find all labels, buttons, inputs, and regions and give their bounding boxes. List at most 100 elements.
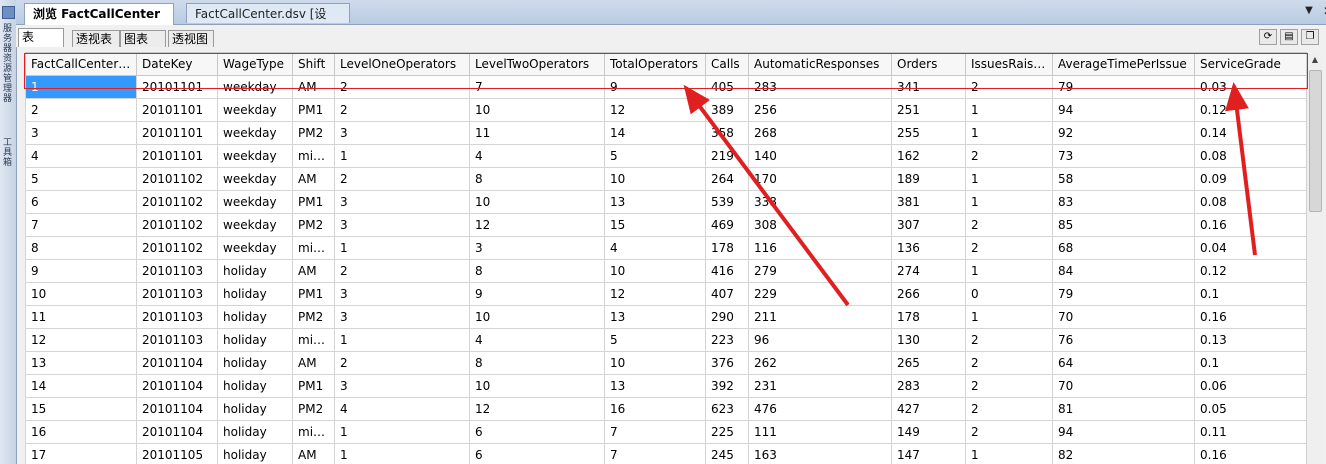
- table-cell[interactable]: 307: [891, 213, 966, 237]
- table-cell[interactable]: PM1: [292, 190, 335, 214]
- table-cell[interactable]: 405: [705, 75, 749, 99]
- table-row[interactable]: 8 20101102 weekday mid... 1 3 4 178 116 136 2 68 0.0…: [25, 236, 1306, 260]
- table-cell[interactable]: 1: [334, 328, 470, 352]
- table-row[interactable]: 7 20101102 weekday PM2 3 12 15 469 308 307 2 85 0.16: [25, 213, 1306, 237]
- table-cell[interactable]: 223: [705, 328, 749, 352]
- table-cell[interactable]: 82: [1052, 443, 1195, 464]
- table-cell[interactable]: 1: [965, 305, 1053, 329]
- table-cell[interactable]: 358: [705, 121, 749, 145]
- table-cell[interactable]: 163: [748, 443, 892, 464]
- table-cell[interactable]: 341: [891, 75, 966, 99]
- table-cell[interactable]: 140: [748, 144, 892, 168]
- table-cell[interactable]: 338: [748, 190, 892, 214]
- table-cell[interactable]: weekday: [217, 98, 293, 122]
- table-row[interactable]: 5 20101102 weekday AM 2 8 10 264 170 189 1 58 0.09: [25, 167, 1306, 191]
- table-cell[interactable]: 12: [604, 98, 706, 122]
- column-header[interactable]: ServiceGrade: [1194, 52, 1306, 76]
- table-cell[interactable]: 8: [469, 167, 605, 191]
- table-cell[interactable]: 0.03: [1194, 75, 1306, 99]
- table-cell[interactable]: 266: [891, 282, 966, 306]
- table-cell[interactable]: 3: [334, 121, 470, 145]
- table-cell[interactable]: 0.05: [1194, 397, 1306, 421]
- table-cell[interactable]: 11: [469, 121, 605, 145]
- table-cell[interactable]: 111: [748, 420, 892, 444]
- table-cell[interactable]: 283: [891, 374, 966, 398]
- table-cell[interactable]: 16: [25, 420, 137, 444]
- table-cell[interactable]: 1: [965, 190, 1053, 214]
- column-header[interactable]: Calls: [705, 52, 749, 76]
- table-cell[interactable]: 256: [748, 98, 892, 122]
- table-cell[interactable]: 20101105: [136, 443, 218, 464]
- table-row[interactable]: 3 20101101 weekday PM2 3 11 14 358 268 255 1 92 0.14: [25, 121, 1306, 145]
- table-cell[interactable]: 225: [705, 420, 749, 444]
- table-cell[interactable]: PM1: [292, 282, 335, 306]
- table-cell[interactable]: 70: [1052, 305, 1195, 329]
- table-cell[interactable]: 2: [334, 98, 470, 122]
- column-header[interactable]: Orders: [891, 52, 966, 76]
- table-cell[interactable]: 469: [705, 213, 749, 237]
- table-cell[interactable]: 3: [469, 236, 605, 260]
- table-cell[interactable]: 265: [891, 351, 966, 375]
- table-cell[interactable]: 189: [891, 167, 966, 191]
- table-cell[interactable]: PM2: [292, 305, 335, 329]
- table-cell[interactable]: 1: [334, 443, 470, 464]
- table-cell[interactable]: 20101103: [136, 328, 218, 352]
- table-row[interactable]: 13 20101104 holiday AM 2 8 10 376 262 265 2 64 0.1: [25, 351, 1306, 375]
- table-cell[interactable]: mid...: [292, 236, 335, 260]
- table-cell[interactable]: 0.09: [1194, 167, 1306, 191]
- table-cell[interactable]: 264: [705, 167, 749, 191]
- column-header[interactable]: Shift: [292, 52, 335, 76]
- table-cell[interactable]: 178: [705, 236, 749, 260]
- table-row[interactable]: 9 20101103 holiday AM 2 8 10 416 279 274 1 84 0.12: [25, 259, 1306, 283]
- table-cell[interactable]: 3: [334, 190, 470, 214]
- column-header[interactable]: IssuesRaised: [965, 52, 1053, 76]
- table-cell[interactable]: 2: [965, 213, 1053, 237]
- table-cell[interactable]: 116: [748, 236, 892, 260]
- table-cell[interactable]: 2: [965, 236, 1053, 260]
- table-cell[interactable]: 290: [705, 305, 749, 329]
- table-cell[interactable]: 1: [965, 259, 1053, 283]
- table-cell[interactable]: weekday: [217, 167, 293, 191]
- table-cell[interactable]: 381: [891, 190, 966, 214]
- table-cell[interactable]: 1: [965, 167, 1053, 191]
- restore-window-icon[interactable]: ❐: [1301, 29, 1319, 45]
- table-cell[interactable]: 13: [604, 190, 706, 214]
- table-cell[interactable]: 255: [891, 121, 966, 145]
- table-cell[interactable]: weekday: [217, 75, 293, 99]
- table-cell[interactable]: 308: [748, 213, 892, 237]
- table-cell[interactable]: 5: [604, 328, 706, 352]
- table-cell[interactable]: 4: [25, 144, 137, 168]
- table-cell[interactable]: 0.11: [1194, 420, 1306, 444]
- table-cell[interactable]: 20101102: [136, 190, 218, 214]
- table-cell[interactable]: 251: [891, 98, 966, 122]
- table-cell[interactable]: 0.1: [1194, 351, 1306, 375]
- table-cell[interactable]: mid...: [292, 420, 335, 444]
- table-cell[interactable]: 1: [965, 121, 1053, 145]
- table-cell[interactable]: 1: [334, 144, 470, 168]
- toolbox-label[interactable]: 工具箱: [3, 138, 13, 168]
- table-cell[interactable]: 0.14: [1194, 121, 1306, 145]
- table-cell[interactable]: 3: [25, 121, 137, 145]
- table-cell[interactable]: 76: [1052, 328, 1195, 352]
- column-header[interactable]: LevelOneOperators: [334, 52, 470, 76]
- table-cell[interactable]: 7: [604, 443, 706, 464]
- table-cell[interactable]: 13: [604, 305, 706, 329]
- table-cell[interactable]: 392: [705, 374, 749, 398]
- column-header[interactable]: WageType: [217, 52, 293, 76]
- table-cell[interactable]: weekday: [217, 190, 293, 214]
- table-cell[interactable]: 3: [334, 305, 470, 329]
- table-cell[interactable]: 3: [334, 282, 470, 306]
- table-cell[interactable]: 274: [891, 259, 966, 283]
- table-cell[interactable]: 389: [705, 98, 749, 122]
- table-cell[interactable]: 15: [25, 397, 137, 421]
- table-cell[interactable]: 1: [334, 236, 470, 260]
- table-cell[interactable]: 268: [748, 121, 892, 145]
- table-cell[interactable]: 10: [469, 98, 605, 122]
- table-cell[interactable]: 10: [604, 259, 706, 283]
- table-cell[interactable]: 13: [25, 351, 137, 375]
- table-cell[interactable]: AM: [292, 259, 335, 283]
- table-cell[interactable]: 9: [604, 75, 706, 99]
- table-cell[interactable]: 8: [25, 236, 137, 260]
- table-cell[interactable]: 0.16: [1194, 213, 1306, 237]
- refresh-icon[interactable]: ⟳: [1259, 29, 1277, 45]
